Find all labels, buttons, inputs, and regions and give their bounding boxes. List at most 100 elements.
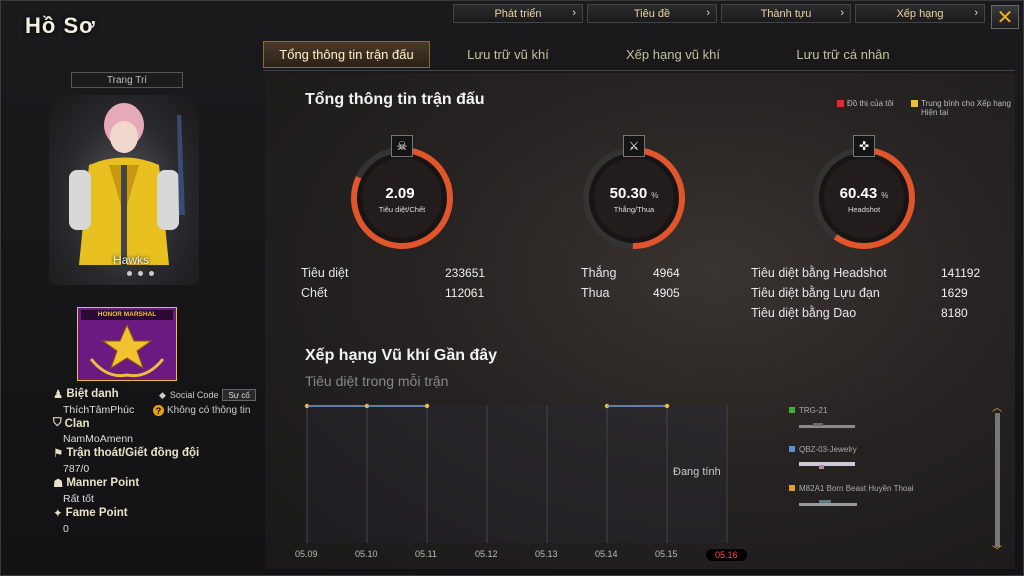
scroll-thumb[interactable] bbox=[995, 413, 1000, 547]
badge-title: HONOR MARSHAL bbox=[97, 311, 157, 318]
tab-label: Thành tựu bbox=[760, 7, 812, 20]
knife-kills-label: Tiêu diệt bằng Dao bbox=[751, 306, 857, 320]
carousel-dots bbox=[127, 271, 154, 276]
window-title: Hồ Sơ bbox=[25, 13, 96, 38]
x-tick-label: 05.14 bbox=[595, 549, 618, 559]
clan-label: ⛉ Clan bbox=[53, 417, 90, 430]
legend-swatch bbox=[837, 100, 844, 107]
chevron-right-icon: › bbox=[706, 7, 710, 19]
tab-weapon-ranking[interactable]: Xếp hạng vũ khí bbox=[613, 41, 733, 68]
legend-mine: Đồ thị của tôi bbox=[837, 99, 894, 108]
wins-value: 4964 bbox=[653, 266, 680, 280]
legend-swatch bbox=[911, 100, 918, 107]
weapon-item[interactable]: M82A1 Born Beast Huyền Thoại bbox=[789, 484, 914, 493]
character-name: Hawks bbox=[113, 253, 150, 267]
fame-icon: ✦ bbox=[53, 508, 63, 520]
runner-icon: ⚑ bbox=[53, 448, 64, 460]
losses-value: 4905 bbox=[653, 286, 680, 300]
recent-title: Xếp hạng Vũ khí Gần đây bbox=[305, 347, 498, 364]
manner-value: Rất tốt bbox=[63, 493, 94, 505]
gauge-value: 60.43% bbox=[839, 185, 889, 202]
tab-divider bbox=[263, 70, 1015, 71]
decoration-label: Trang Trí bbox=[106, 74, 148, 86]
tab-ranking[interactable]: Xếp hạng › bbox=[855, 4, 985, 23]
chevron-up-icon[interactable]: ︿ bbox=[991, 404, 1003, 414]
weapon-item[interactable]: TRG-21 bbox=[789, 406, 827, 415]
losses-label: Thua bbox=[581, 286, 610, 300]
close-icon: ✕ bbox=[996, 6, 1014, 29]
weapon-color-swatch bbox=[789, 485, 795, 491]
close-button[interactable]: ✕ bbox=[991, 5, 1019, 29]
manner-label: ☗ Manner Point bbox=[53, 477, 140, 490]
kills-value: 233651 bbox=[445, 266, 486, 280]
top-tab-bar: Phát triển › Tiêu đề › Thành tựu › Xếp hạng… bbox=[453, 4, 985, 23]
chevron-right-icon: › bbox=[572, 7, 576, 19]
clan-value: NamMoAmenn bbox=[63, 433, 134, 445]
calculating-status: Đang tính bbox=[673, 466, 721, 478]
headshot-gauge: ✜ 60.43% Headshot bbox=[809, 135, 919, 253]
crossed-swords-icon: ⚔ bbox=[623, 135, 645, 157]
profile-panel: Trang Trí Hawks HONOR MARSHAL ♟ Biệt dan… bbox=[9, 69, 261, 569]
chart-plot-area bbox=[307, 405, 727, 543]
kills-label: Tiêu diệt bbox=[301, 266, 349, 280]
wins-label: Thắng bbox=[581, 266, 617, 280]
person-icon: ♟ bbox=[53, 389, 64, 401]
social-code: ◆ Social Code Sự cố bbox=[159, 389, 256, 401]
deaths-value: 112061 bbox=[445, 286, 485, 300]
data-point bbox=[664, 403, 670, 409]
tab-personal-storage[interactable]: Lưu trữ cá nhân bbox=[783, 41, 903, 68]
tab-label: Lưu trữ cá nhân bbox=[796, 47, 890, 62]
tab-development[interactable]: Phát triển › bbox=[453, 4, 583, 23]
data-point bbox=[424, 403, 430, 409]
x-tick-label: 05.10 bbox=[355, 549, 378, 559]
tab-label: Xếp hạng vũ khí bbox=[626, 47, 720, 62]
tab-match-summary[interactable]: Tổng thông tin trận đấu bbox=[263, 41, 430, 68]
x-tick-label: 05.09 bbox=[295, 549, 318, 559]
tab-label: Lưu trữ vũ khí bbox=[467, 47, 549, 62]
rank-badge: HONOR MARSHAL bbox=[76, 306, 178, 382]
profile-window: Hồ Sơ Phát triển › Tiêu đề › Thành tựu › Xế… bbox=[0, 0, 1024, 576]
weapon-color-swatch bbox=[789, 446, 795, 452]
tab-weapon-storage[interactable]: Lưu trữ vũ khí bbox=[453, 41, 563, 68]
skull-icon: ☠ bbox=[391, 135, 413, 157]
gauge-caption: Thắng/Thua bbox=[613, 205, 655, 214]
kd-gauge: ☠ 2.09 Tiêu diệt/Chết bbox=[347, 135, 457, 253]
tab-label: Tiêu đề bbox=[633, 7, 671, 20]
desertion-label: ⚑ Trận thoát/Giết đồng đội bbox=[53, 447, 200, 460]
sub-tab-bar: Tổng thông tin trận đấu Lưu trữ vũ khí X… bbox=[263, 41, 1015, 69]
x-tick-label: 05.11 bbox=[415, 549, 437, 559]
manner-icon: ☗ bbox=[53, 478, 64, 490]
legend-average: Trung bình cho Xếp hạng Hiện tại bbox=[911, 99, 1011, 117]
x-tick-label: 05.16 bbox=[706, 549, 747, 561]
chevron-right-icon: › bbox=[974, 7, 978, 19]
rifle-icon bbox=[799, 423, 855, 428]
chevron-right-icon: › bbox=[840, 7, 844, 19]
clan-icon: ⛉ bbox=[53, 417, 62, 429]
grenade-kills-label: Tiêu diệt bằng Lựu đạn bbox=[751, 286, 880, 300]
fame-label: ✦ Fame Point bbox=[53, 507, 128, 520]
weapon-item[interactable]: QBZ-03-Jewelry bbox=[789, 445, 857, 454]
knife-kills-value: 8180 bbox=[941, 306, 968, 320]
social-code-label: Social Code bbox=[169, 390, 219, 400]
recent-subtitle: Tiêu diệt trong mỗi trận bbox=[305, 373, 449, 389]
gauge-caption: Headshot bbox=[847, 205, 881, 214]
weapon-list-scrollbar[interactable]: ︿ ﹀ bbox=[991, 404, 1003, 557]
grenade-kills-value: 1629 bbox=[941, 286, 968, 300]
social-code-button[interactable]: Sự cố bbox=[222, 389, 256, 401]
decoration-button[interactable]: Trang Trí bbox=[71, 72, 183, 88]
desertion-value: 787/0 bbox=[63, 463, 90, 475]
x-tick-label: 05.13 bbox=[535, 549, 558, 559]
tab-titles[interactable]: Tiêu đề › bbox=[587, 4, 717, 23]
tab-achievements[interactable]: Thành tựu › bbox=[721, 4, 851, 23]
no-info: ? Không có thông tin bbox=[153, 405, 250, 416]
gauge-value: 2.09 bbox=[385, 185, 415, 202]
fame-value: 0 bbox=[63, 523, 69, 535]
no-info-text: Không có thông tin bbox=[167, 405, 251, 416]
sniper-rifle-icon bbox=[799, 500, 857, 506]
chevron-down-icon[interactable]: ﹀ bbox=[991, 547, 1003, 557]
weapon-color-swatch bbox=[789, 407, 795, 413]
rifle-icon bbox=[799, 462, 855, 469]
x-tick-label: 05.15 bbox=[655, 549, 678, 559]
question-icon[interactable]: ? bbox=[153, 405, 164, 416]
headshot-kills-label: Tiêu diệt bằng Headshot bbox=[751, 266, 887, 280]
